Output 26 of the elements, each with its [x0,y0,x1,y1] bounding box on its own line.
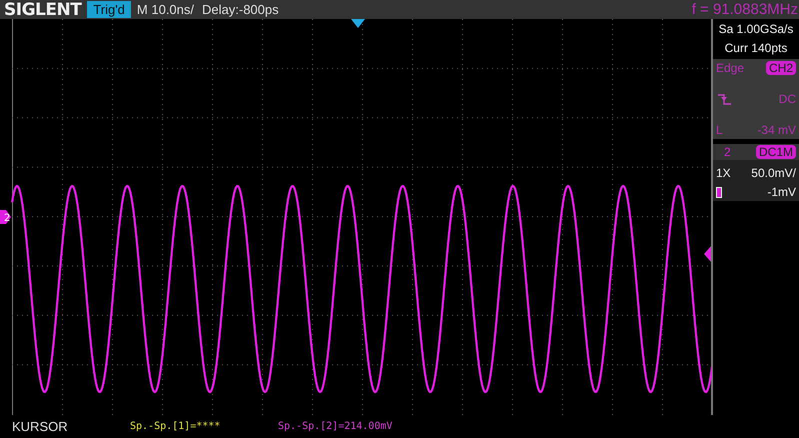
cursor-readout: Sp.-Sp.[1]=**** [130,421,222,432]
probe-ratio: 1X [716,166,731,180]
frequency: f = 91.0883MHz [692,1,799,18]
timebase: M 10.0ns/ [136,2,194,17]
trigger-panel[interactable]: Edge CH2 DC L -34 mV [713,59,799,139]
trigger-level-label: L [716,123,723,137]
channel-number: 2 [723,145,731,159]
channel-panel[interactable]: 2 DC1M 1X 50.0mV/ -1mV [713,144,799,201]
channel-coupling: DC1M [756,145,796,159]
sample-rate: Sa 1.00GSa/s [718,20,794,38]
channel-marker[interactable]: 2 [0,210,11,224]
trigger-level-marker [704,246,711,262]
cursor-readout: Sp.-Sp.[2]=214.00mV [278,421,394,432]
trigger-coupling: DC [778,92,796,106]
memory-depth: Curr 140pts [724,40,788,56]
vertical-offset: -1mV [767,185,796,199]
logo: SIGLENT [3,0,83,20]
menu-title: KURSOR [11,419,69,434]
vertical-scale: 50.0mV/ [751,166,796,180]
trigger-status: Trig'd [87,1,131,18]
trigger-source: CH2 [766,61,796,75]
bandwidth-icon [716,186,722,198]
trigger-type: Edge [716,61,744,75]
rising-edge-icon [716,92,734,106]
trigger-level: -34 mV [757,123,796,137]
delay: Delay:-800ps [202,2,279,17]
